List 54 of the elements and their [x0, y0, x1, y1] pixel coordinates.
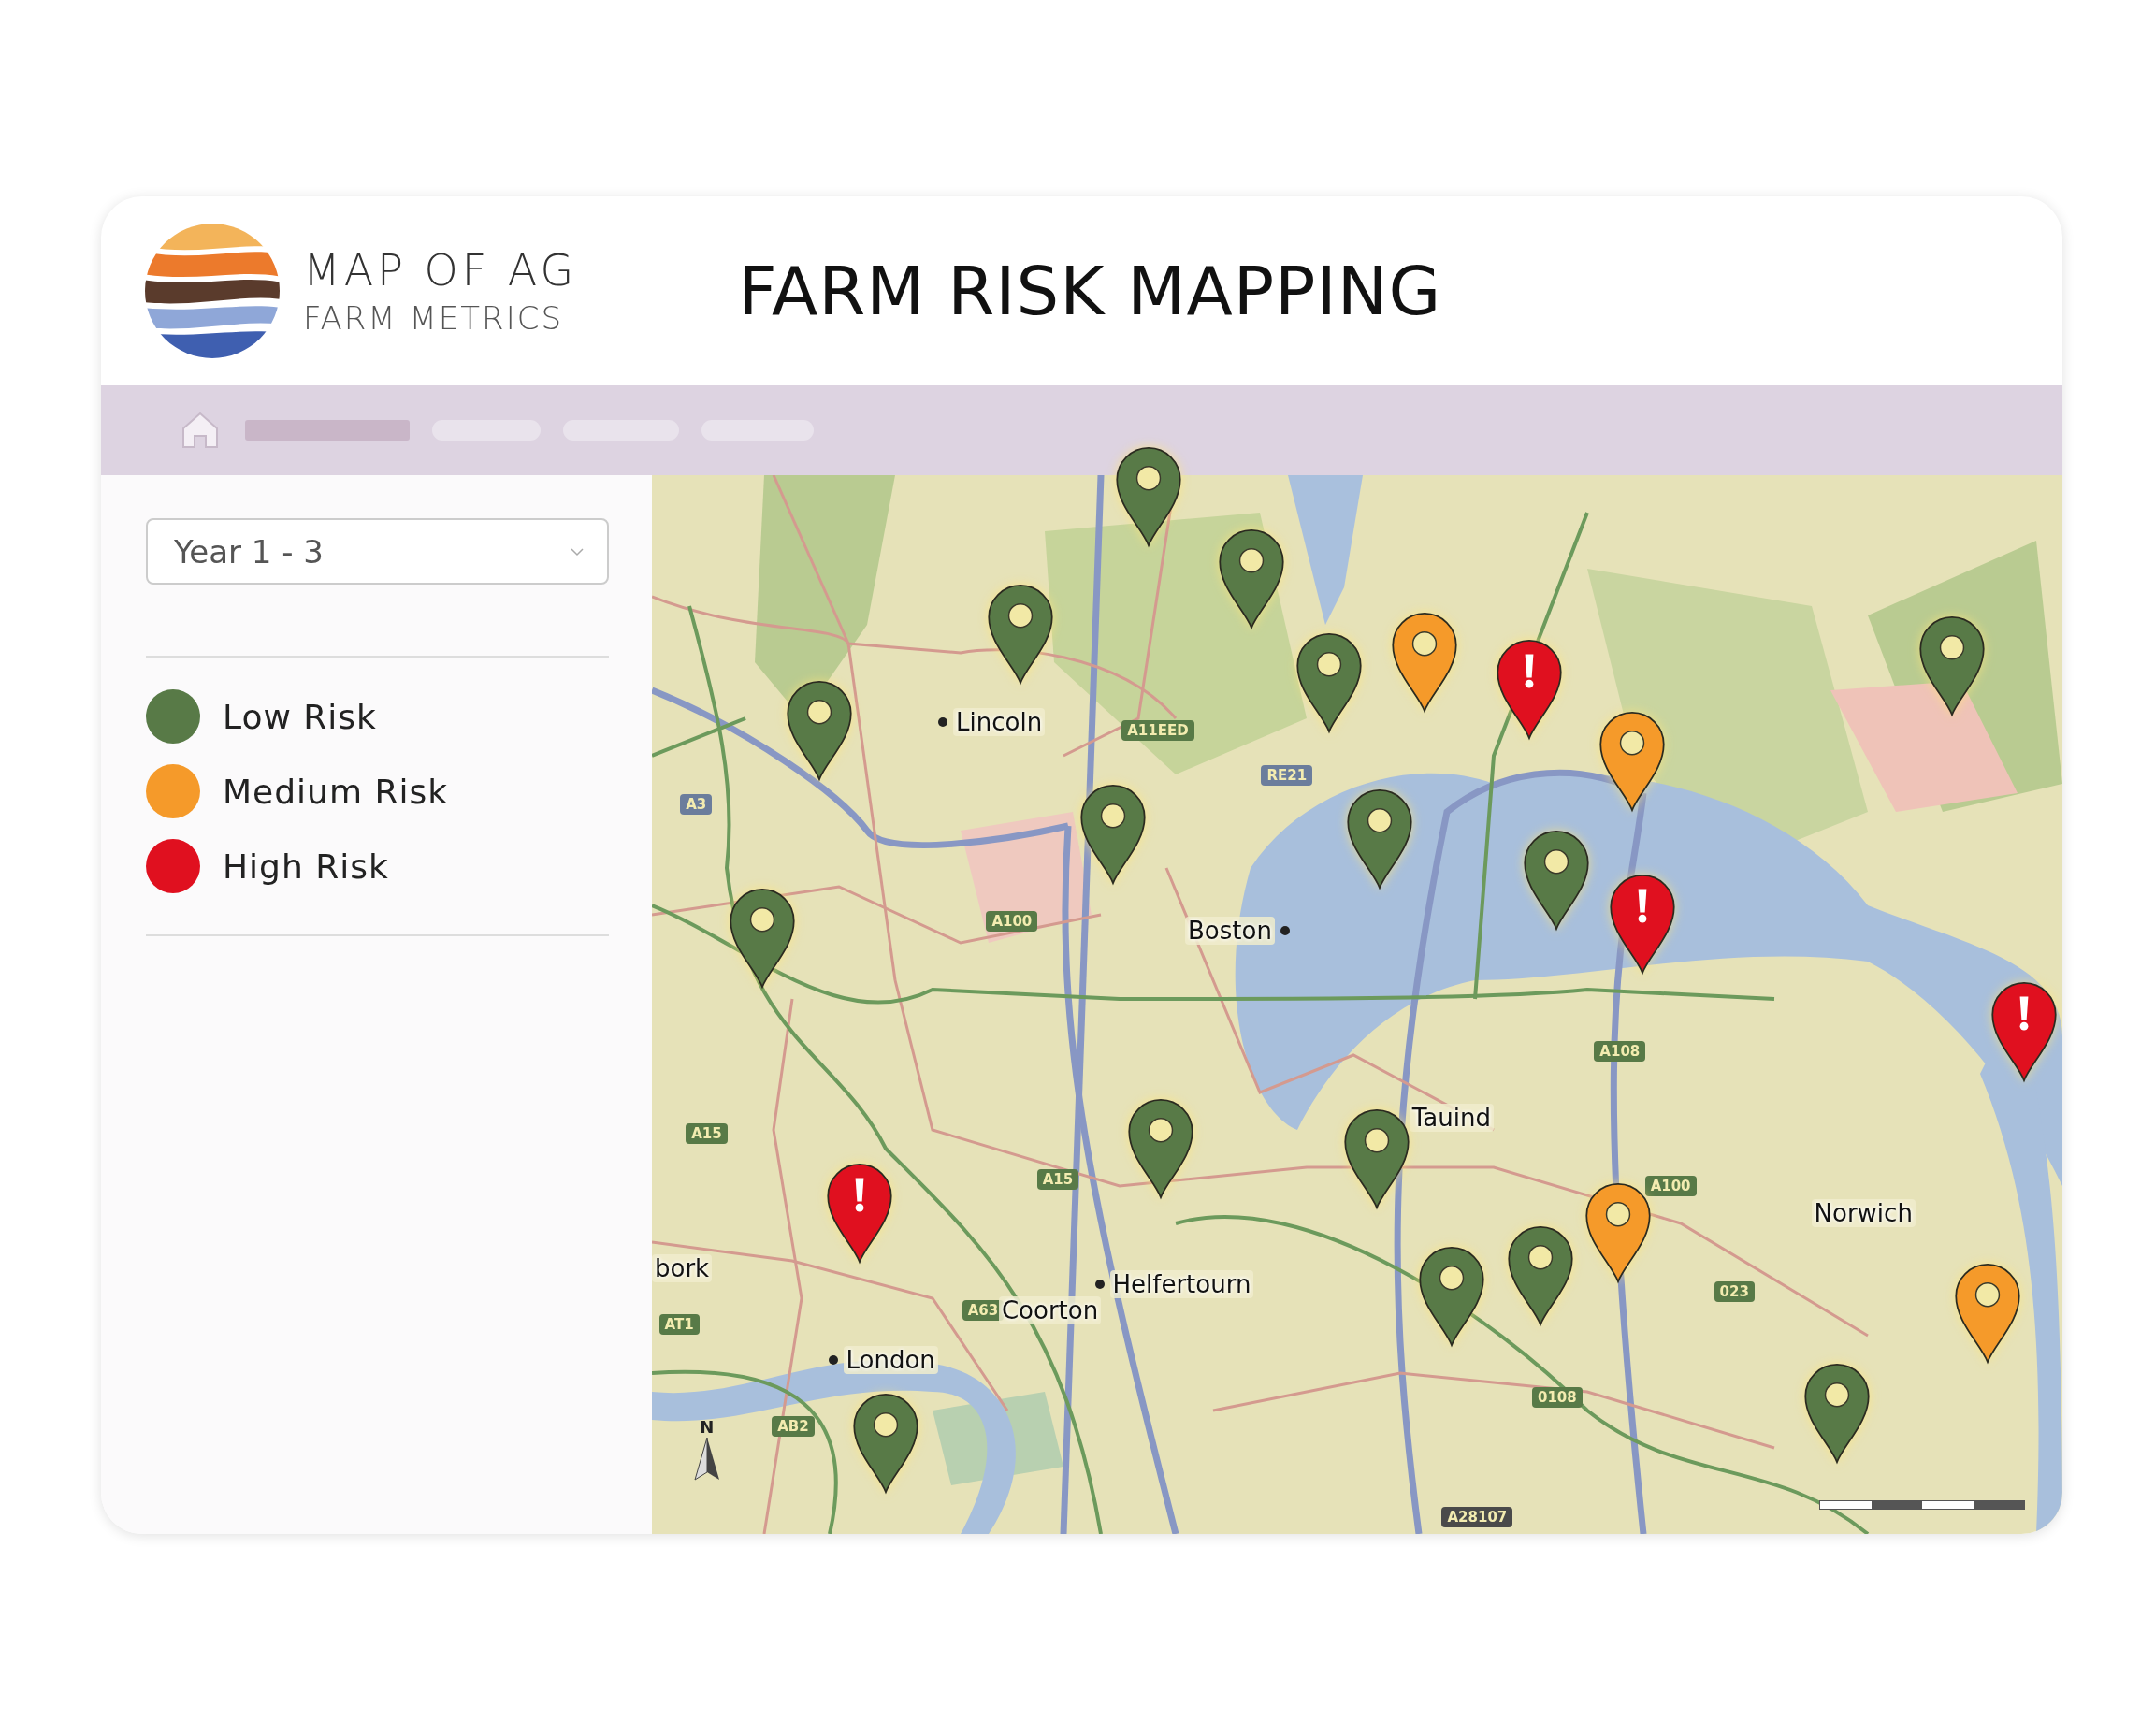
map-pin-icon[interactable] [985, 583, 1055, 687]
road-label: AB2 [772, 1415, 815, 1437]
map-pin-icon[interactable] [1917, 615, 1988, 718]
map-pin-icon[interactable] [727, 887, 797, 991]
warning-pin-icon[interactable] [824, 1162, 894, 1266]
place-label: Norwich [1811, 1199, 1916, 1227]
map-pin-icon[interactable] [1113, 445, 1183, 549]
legend-label: High Risk [223, 846, 389, 886]
city-dot [828, 1355, 838, 1366]
warning-pin-icon[interactable] [1989, 979, 2060, 1083]
road-label: A3 [680, 794, 713, 816]
map-pin-icon[interactable] [1583, 1180, 1653, 1284]
page-title: FARM RISK MAPPING [738, 252, 1442, 330]
brand-name: MAP OF AG [303, 245, 578, 296]
place-label: Lincoln [953, 707, 1046, 736]
legend-label: Low Risk [223, 697, 377, 736]
map-pin-icon[interactable] [1294, 631, 1364, 735]
map-pin-icon[interactable] [1506, 1224, 1576, 1328]
map-pin-icon[interactable] [1417, 1244, 1487, 1348]
road-label: A108 [1594, 1040, 1646, 1062]
place-label: Boston [1185, 916, 1275, 945]
warning-pin-icon[interactable] [1494, 638, 1564, 742]
map-pin-icon[interactable] [1598, 710, 1668, 814]
map-pin-icon[interactable] [1953, 1261, 2023, 1365]
map-pin-icon[interactable] [1345, 787, 1415, 890]
map-pin-icon[interactable] [1521, 828, 1591, 932]
north-arrow-icon [692, 1437, 721, 1483]
city-dot [938, 716, 948, 727]
road-label: A100 [986, 910, 1038, 932]
map-pin-icon[interactable] [851, 1392, 921, 1496]
map-pin-icon[interactable] [785, 679, 855, 783]
road-label: A15 [686, 1123, 728, 1145]
map-pin-icon[interactable] [1126, 1097, 1196, 1201]
road-label: A28107 [1441, 1506, 1513, 1527]
place-label: London [843, 1346, 938, 1375]
place-label: Helfertourn [1109, 1269, 1254, 1298]
road-label: A11EED [1121, 719, 1194, 741]
map-pin-icon[interactable] [1390, 610, 1460, 714]
map-pin-icon[interactable] [1078, 783, 1149, 887]
road-label: RE21 [1261, 765, 1313, 787]
compass-label: N [700, 1417, 715, 1438]
place-label: bork [652, 1253, 713, 1282]
place-label: Tauind [1409, 1104, 1494, 1133]
map-pin-icon[interactable] [1801, 1362, 1872, 1466]
map-pin-icon[interactable] [1216, 528, 1286, 631]
warning-pin-icon[interactable] [1607, 873, 1677, 976]
legend-label: Medium Risk [223, 772, 448, 811]
period-dropdown[interactable]: Year 1 - 3 [146, 518, 609, 585]
city-dot [1094, 1279, 1105, 1289]
place-label: Coorton [998, 1296, 1102, 1325]
brand-tagline: FARM METRICS [303, 299, 565, 337]
chevron-down-icon [570, 546, 585, 557]
city-dot [1280, 925, 1290, 935]
map-pin-icon[interactable] [1342, 1107, 1412, 1210]
